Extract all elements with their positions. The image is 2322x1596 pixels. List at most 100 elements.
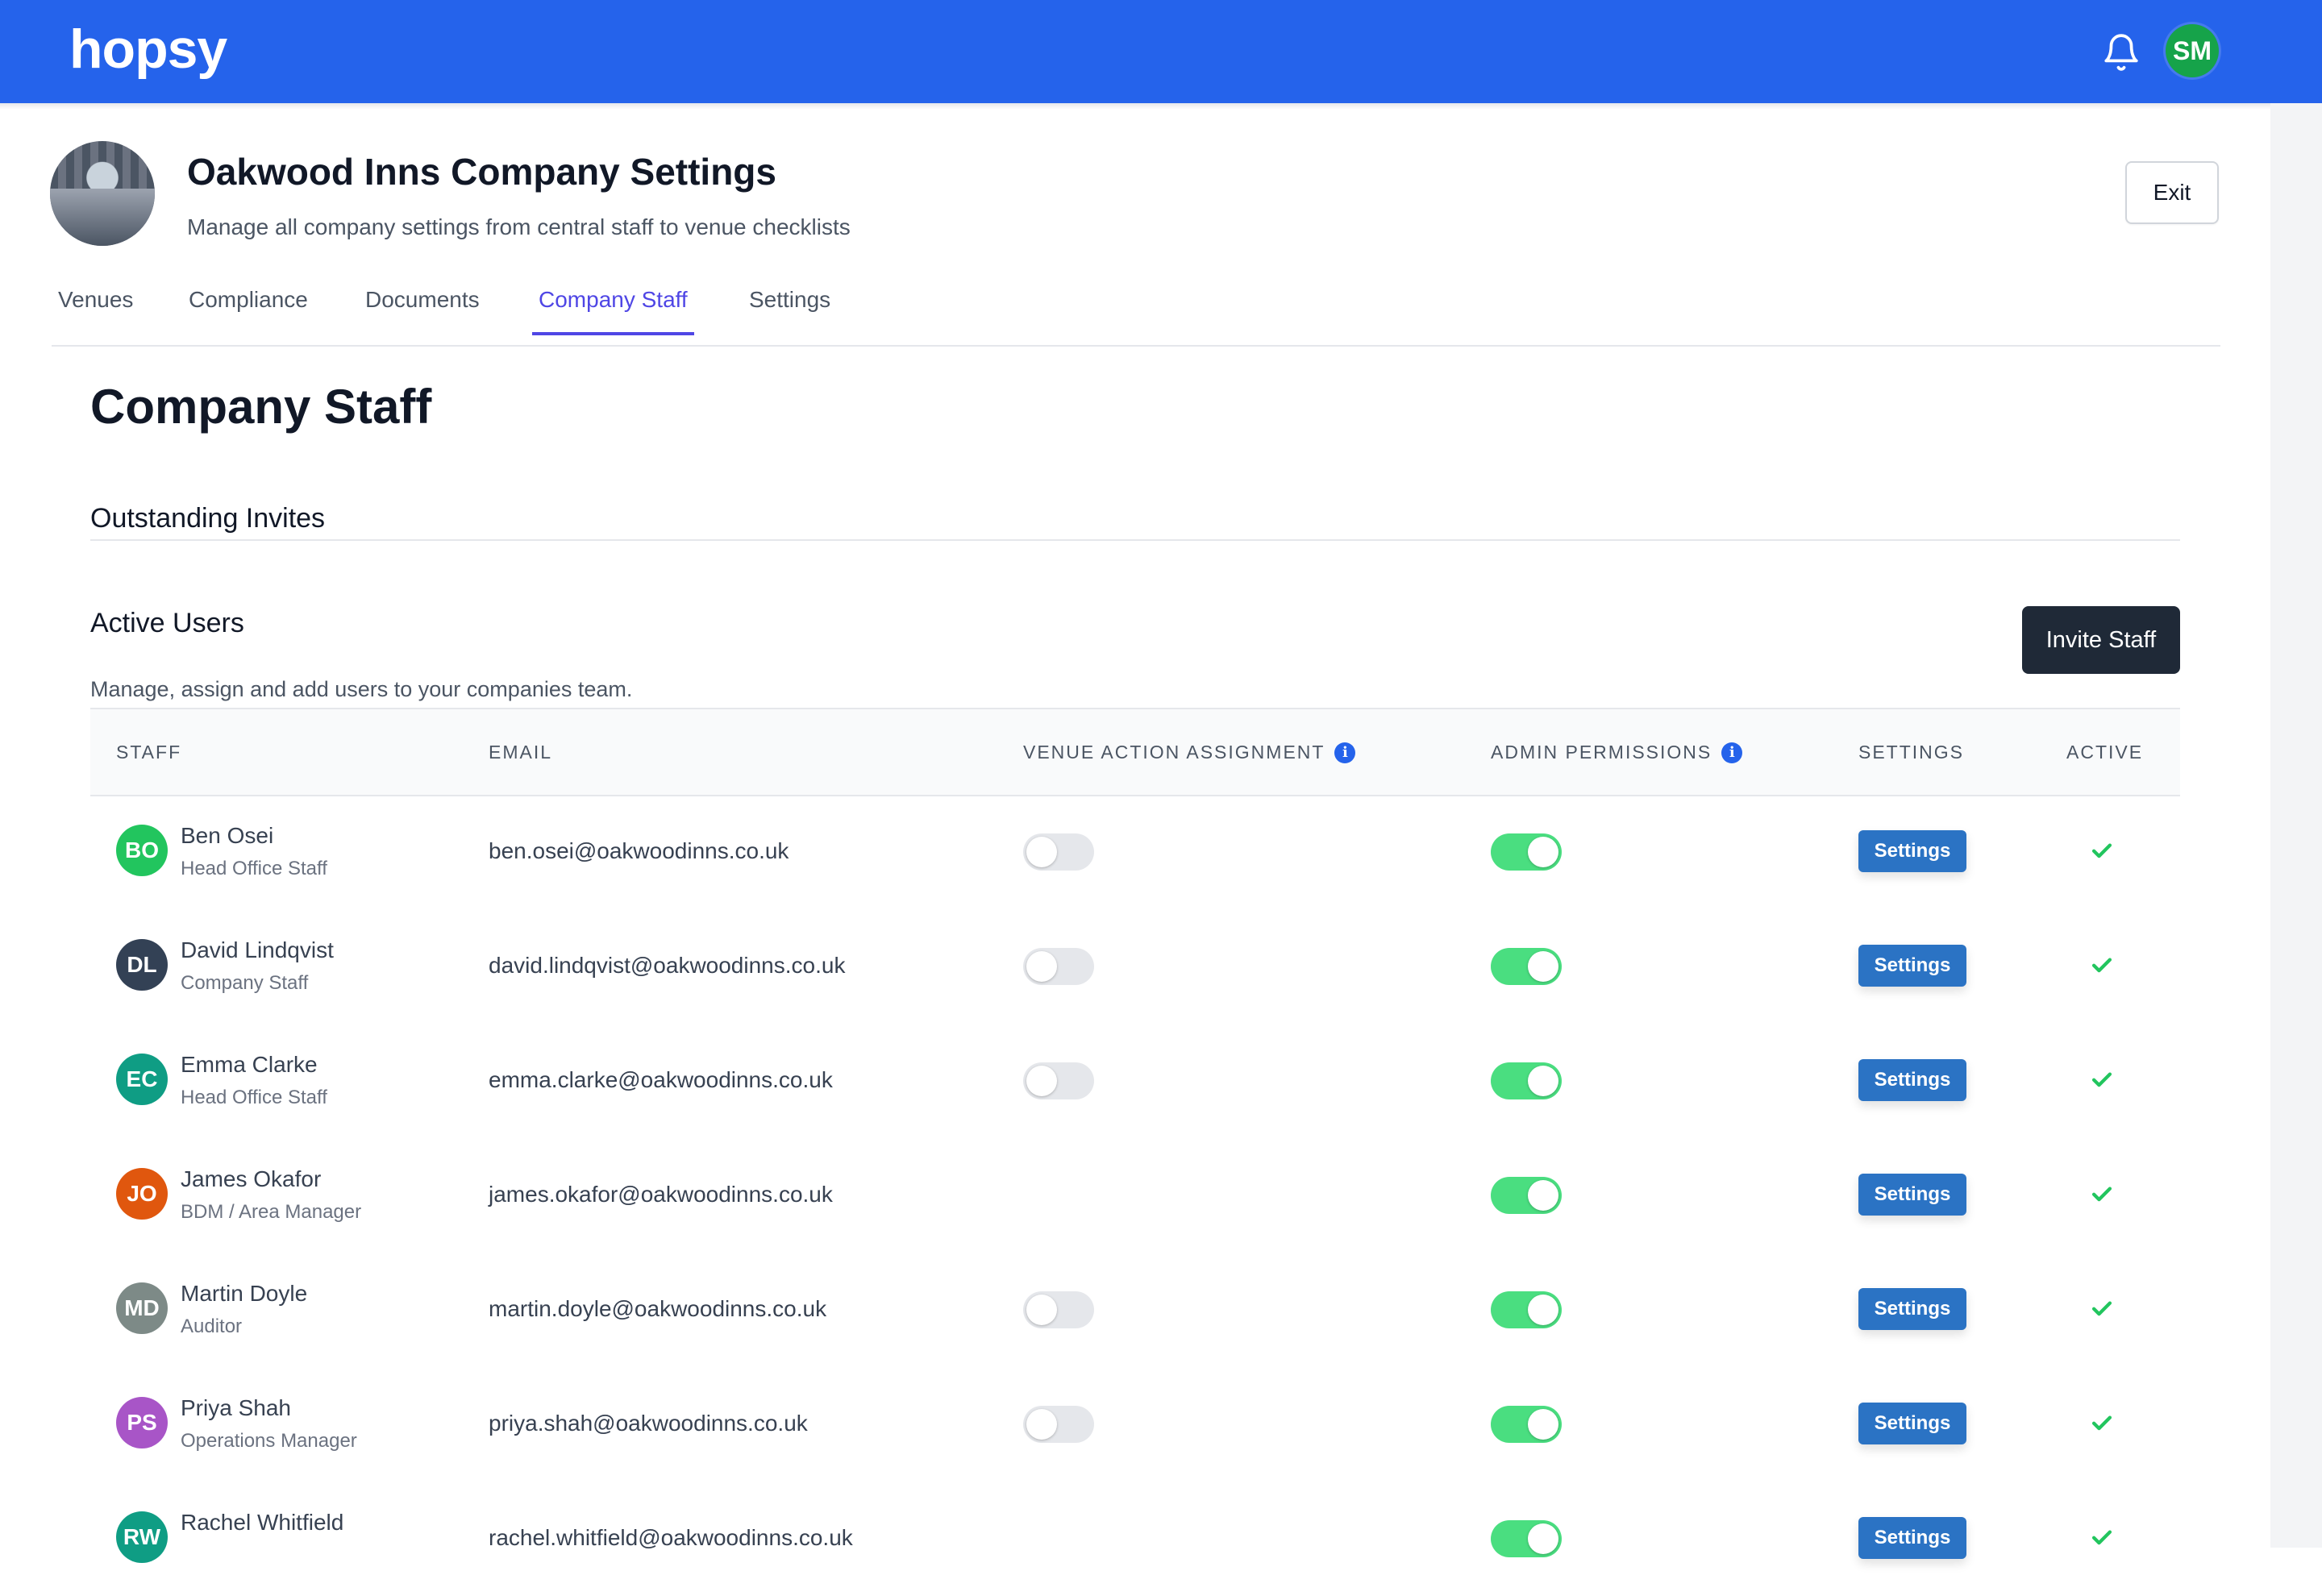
staff-role: Head Office Staff (181, 858, 327, 879)
staff-avatar: BO (116, 825, 168, 876)
active-check-icon (2091, 1072, 2112, 1087)
company-settings-subtitle: Manage all company settings from central… (187, 214, 851, 239)
staff-settings-button[interactable]: Settings (1858, 1288, 1966, 1330)
tab-settings[interactable]: Settings (749, 287, 830, 335)
column-header-active: ACTIVE (2066, 742, 2144, 763)
table-row: JO James Okafor BDM / Area Manager james.ok… (90, 1138, 2180, 1253)
tab-compliance[interactable]: Compliance (189, 287, 308, 335)
staff-email: emma.clarke@oakwoodinns.co.uk (489, 1067, 833, 1092)
table-row: BO Ben Osei Head Office Staff ben.osei@oakw… (90, 795, 2180, 909)
settings-tabs: Venues Compliance Documents Company Staf… (52, 274, 2220, 347)
staff-name: Rachel Whitfield (181, 1510, 344, 1535)
staff-settings-button[interactable]: Settings (1858, 1174, 1966, 1216)
notifications-bell-icon[interactable] (2101, 31, 2141, 74)
staff-email: rachel.whitfield@oakwoodinns.co.uk (489, 1525, 853, 1550)
staff-email: james.okafor@oakwoodinns.co.uk (489, 1182, 833, 1207)
active-check-icon (2091, 1301, 2112, 1316)
column-header-venue-action: VENUE ACTION ASSIGNMENT i (1023, 742, 1356, 763)
staff-email: priya.shah@oakwoodinns.co.uk (489, 1411, 808, 1436)
column-header-admin-permissions: ADMIN PERMISSIONS i (1491, 742, 1743, 763)
staff-table-header: STAFF EMAIL VENUE ACTION ASSIGNMENT i ADM… (90, 708, 2180, 796)
exit-button[interactable]: Exit (2125, 161, 2219, 224)
staff-avatar: EC (116, 1054, 168, 1105)
company-settings-title: Oakwood Inns Company Settings (187, 151, 776, 193)
staff-role: Auditor (181, 1315, 243, 1337)
toggle-knob (1528, 951, 1558, 982)
staff-settings-button[interactable]: Settings (1858, 1517, 1966, 1559)
staff-role: Company Staff (181, 972, 309, 994)
active-check-icon (2091, 843, 2112, 858)
tab-company-staff[interactable]: Company Staff (532, 287, 694, 335)
staff-settings-button[interactable]: Settings (1858, 830, 1966, 872)
staff-avatar: JO (116, 1168, 168, 1220)
table-row: PS Priya Shah Operations Manager priya.shah… (90, 1367, 2180, 1482)
staff-name: Martin Doyle (181, 1281, 308, 1306)
staff-settings-button[interactable]: Settings (1858, 945, 1966, 987)
venue-action-toggle[interactable] (1023, 1291, 1094, 1328)
info-icon[interactable]: i (1721, 742, 1743, 763)
staff-name: Priya Shah (181, 1395, 291, 1420)
staff-name: James Okafor (181, 1166, 322, 1191)
staff-avatar: RW (116, 1511, 168, 1563)
venue-action-toggle[interactable] (1023, 833, 1094, 871)
staff-avatar: PS (116, 1397, 168, 1448)
toggle-knob (1528, 1180, 1558, 1211)
admin-permissions-toggle[interactable] (1491, 1406, 1562, 1443)
column-header-email: EMAIL (489, 742, 553, 763)
active-check-icon (2091, 958, 2112, 973)
staff-role: Operations Manager (181, 1430, 357, 1452)
active-check-icon (2091, 1415, 2112, 1431)
staff-name: Emma Clarke (181, 1052, 318, 1077)
admin-permissions-toggle[interactable] (1491, 1520, 1562, 1557)
toggle-knob (1026, 1409, 1057, 1440)
tab-documents[interactable]: Documents (365, 287, 480, 335)
admin-permissions-toggle[interactable] (1491, 833, 1562, 871)
table-row: EC Emma Clarke Head Office Staff emma.clark… (90, 1024, 2180, 1138)
venue-action-toggle[interactable] (1023, 948, 1094, 985)
toggle-knob (1026, 1066, 1057, 1096)
active-check-icon (2091, 1187, 2112, 1202)
table-row: DL David Lindqvist Company Staff david.lind… (90, 909, 2180, 1024)
staff-settings-button[interactable]: Settings (1858, 1403, 1966, 1444)
table-row: MD Martin Doyle Auditor martin.doyle@oakwoo… (90, 1253, 2180, 1367)
section-divider (90, 539, 2180, 541)
admin-permissions-toggle[interactable] (1491, 948, 1562, 985)
toggle-knob (1026, 837, 1057, 867)
admin-permissions-toggle[interactable] (1491, 1062, 1562, 1099)
app-logo[interactable]: hopsy (69, 18, 227, 81)
toggle-knob (1528, 1066, 1558, 1096)
staff-avatar: MD (116, 1282, 168, 1334)
column-header-staff: STAFF (116, 742, 182, 763)
admin-permissions-toggle[interactable] (1491, 1291, 1562, 1328)
user-avatar[interactable]: SM (2166, 24, 2219, 77)
toggle-knob (1026, 1295, 1057, 1325)
active-check-icon (2091, 1530, 2112, 1545)
column-header-settings: SETTINGS (1858, 742, 1965, 763)
invite-staff-button[interactable]: Invite Staff (2022, 606, 2180, 674)
admin-permissions-toggle[interactable] (1491, 1177, 1562, 1214)
table-row: RW Rachel Whitfield rachel.whitfield@oakwo… (90, 1482, 2180, 1596)
outstanding-invites-title: Outstanding Invites (90, 503, 326, 534)
venue-action-toggle[interactable] (1023, 1062, 1094, 1099)
staff-role: Head Office Staff (181, 1087, 327, 1108)
company-image (50, 141, 155, 246)
active-users-title: Active Users (90, 608, 244, 638)
toggle-knob (1026, 951, 1057, 982)
staff-email: david.lindqvist@oakwoodinns.co.uk (489, 953, 846, 978)
staff-name: Ben Osei (181, 823, 274, 848)
venue-action-toggle[interactable] (1023, 1406, 1094, 1443)
toggle-knob (1528, 837, 1558, 867)
staff-settings-button[interactable]: Settings (1858, 1059, 1966, 1101)
topbar-shadow (0, 103, 2322, 110)
page-heading: Company Staff (90, 380, 432, 434)
staff-avatar: DL (116, 939, 168, 991)
tab-venues[interactable]: Venues (58, 287, 133, 335)
staff-email: ben.osei@oakwoodinns.co.uk (489, 838, 789, 863)
toggle-knob (1528, 1523, 1558, 1554)
info-icon[interactable]: i (1334, 742, 1356, 763)
toggle-knob (1528, 1409, 1558, 1440)
staff-name: David Lindqvist (181, 937, 334, 962)
active-users-description: Manage, assign and add users to your com… (90, 677, 633, 701)
top-navigation-bar: hopsy SM (0, 0, 2322, 103)
staff-role: BDM / Area Manager (181, 1201, 362, 1223)
